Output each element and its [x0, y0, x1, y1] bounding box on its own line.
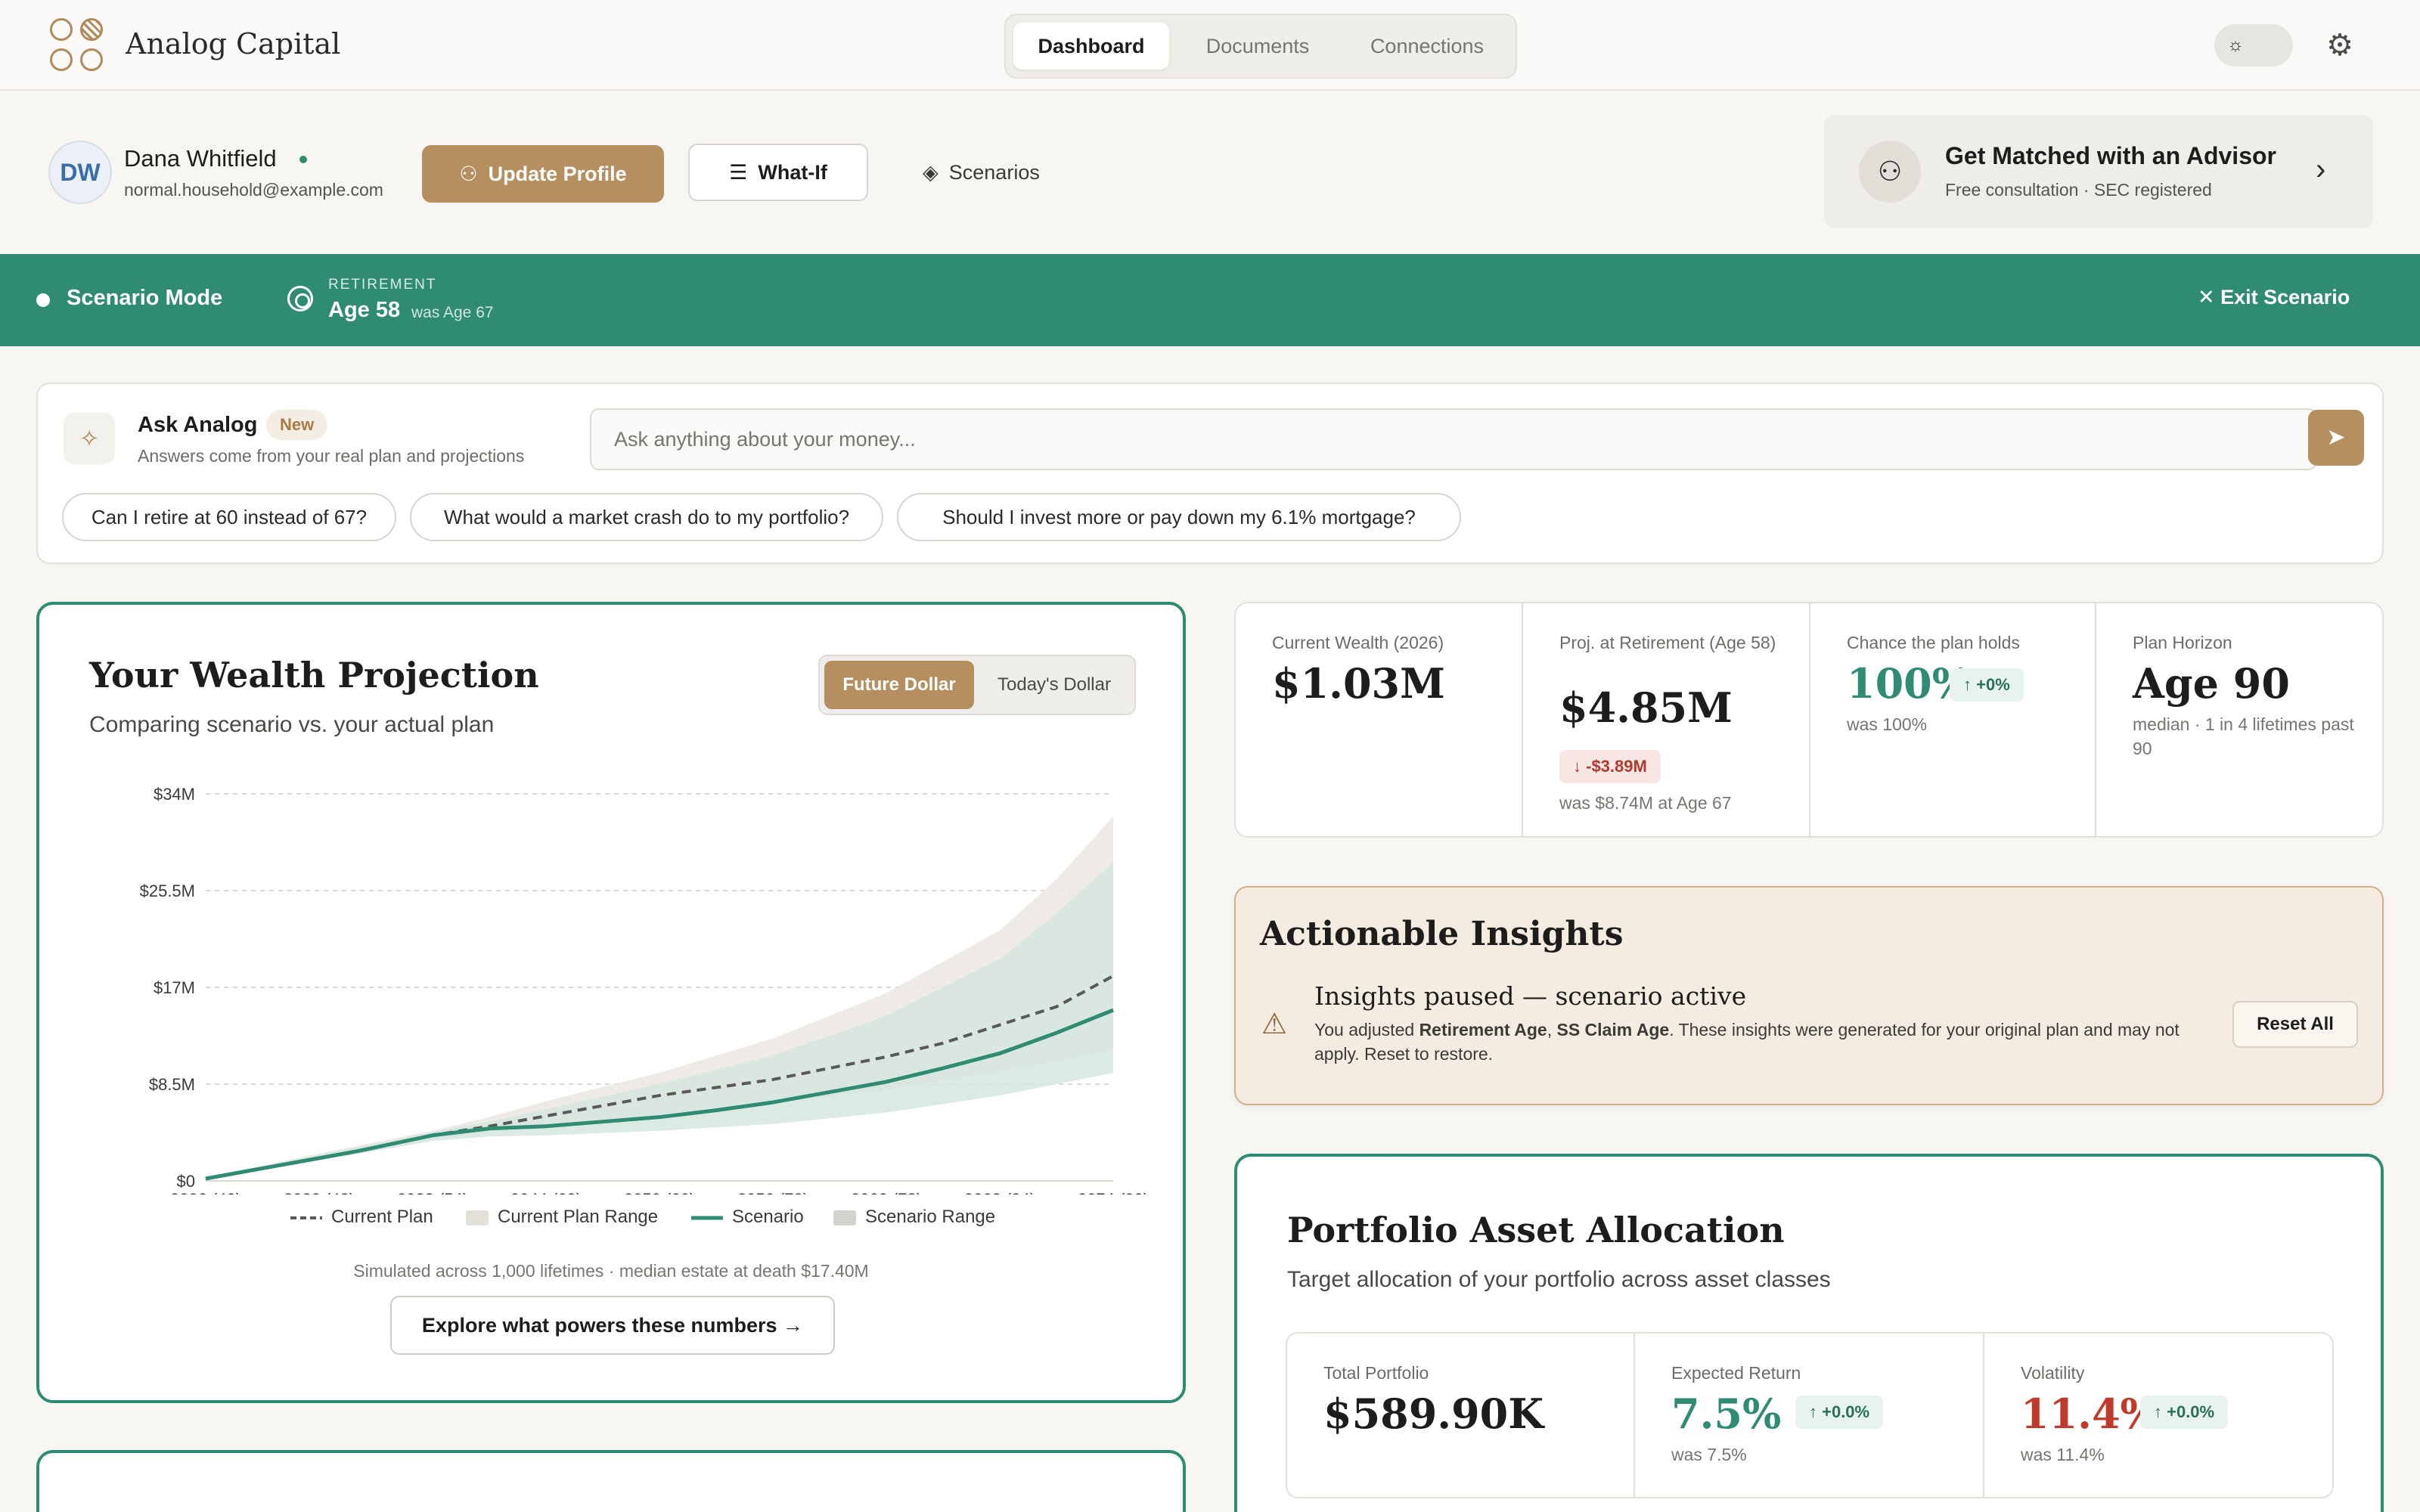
update-profile-button[interactable]: ⚇ Update Profile: [422, 145, 664, 203]
ask-input[interactable]: [590, 408, 2317, 470]
future-dollar-button[interactable]: Future Dollar: [824, 661, 974, 709]
advisor-match-card[interactable]: ⚇ Get Matched with an Advisor Free consu…: [1824, 115, 2373, 228]
scenario-dot: [36, 293, 50, 307]
range-swatch: [466, 1210, 489, 1225]
portfolio-allocation-card: Portfolio Asset Allocation Target alloca…: [1234, 1154, 2384, 1512]
avatar[interactable]: DW: [48, 141, 112, 204]
stat-chance-holds: Chance the plan holds 100% ↑ +0% was 100…: [1810, 603, 2096, 836]
legend-current-plan-range: Current Plan Range: [466, 1202, 658, 1232]
x-tick-label: 2050 (66): [624, 1190, 695, 1194]
tab-dashboard[interactable]: Dashboard: [1013, 23, 1169, 70]
summary-stats: Current Wealth (2026) $1.03M Proj. at Re…: [1234, 602, 2384, 838]
person-icon: ⚇: [1859, 141, 1921, 203]
x-tick-label: 2068 (84): [964, 1190, 1035, 1194]
layers-icon: ◈: [923, 161, 939, 184]
insights-body: You adjusted Retirement Age, SS Claim Ag…: [1314, 1020, 2180, 1064]
ask-title: Ask Analog: [138, 413, 258, 437]
exit-scenario-button[interactable]: ✕ Exit Scenario: [2198, 286, 2350, 309]
up-badge: ↑ +0%: [1950, 668, 2024, 702]
stat-total-portfolio: Total Portfolio $589.90K: [1287, 1334, 1635, 1497]
scenarios-button[interactable]: ◈ Scenarios: [923, 145, 1059, 203]
suggestion-chip[interactable]: Can I retire at 60 instead of 67?: [62, 493, 396, 541]
solid-line-swatch: [691, 1216, 723, 1220]
stat-expected-return: Expected Return 7.5% ↑ +0.0% was 7.5%: [1635, 1334, 1984, 1497]
y-tick-label: $25.5M: [140, 881, 195, 900]
x-tick-label: 2056 (72): [737, 1190, 808, 1194]
close-icon: ✕: [2198, 286, 2215, 308]
x-tick-label: 2038 (54): [397, 1190, 468, 1194]
todays-dollar-button[interactable]: Today's Dollar: [979, 661, 1130, 709]
sliders-icon: ☰: [729, 161, 748, 184]
target-icon: [287, 286, 313, 311]
y-tick-label: $8.5M: [149, 1075, 195, 1094]
dashed-line-swatch: [290, 1216, 322, 1219]
online-status-dot: [299, 156, 307, 163]
projection-subtitle: Comparing scenario vs. your actual plan: [89, 712, 495, 737]
y-tick-label: $34M: [154, 785, 195, 804]
scenario-mode-label: Scenario Mode: [67, 286, 223, 310]
down-badge: ↓ -$3.89M: [1559, 750, 1661, 783]
legend-scenario-range: Scenario Range: [833, 1202, 995, 1232]
sun-icon: ☼: [2219, 29, 2252, 62]
allocation-subtitle: Target allocation of your portfolio acro…: [1287, 1267, 1831, 1292]
up-badge: ↑ +0.0%: [1795, 1396, 1884, 1429]
y-tick-label: $0: [177, 1172, 195, 1191]
tab-documents[interactable]: Documents: [1178, 23, 1337, 70]
stat-volatility: Volatility 11.4% ↑ +0.0% was 11.4%: [1984, 1334, 2332, 1497]
explore-numbers-button[interactable]: Explore what powers these numbers →: [390, 1296, 835, 1355]
new-badge: New: [266, 410, 328, 440]
x-tick-label: 2074 (90): [1078, 1190, 1149, 1194]
main-tabs: Dashboard Documents Connections: [1004, 14, 1517, 79]
top-bar: Analog Capital Dashboard Documents Conne…: [0, 0, 2420, 91]
up-badge: ↑ +0.0%: [2140, 1396, 2229, 1429]
warning-icon: ⚠: [1261, 1009, 1288, 1040]
legend-scenario: Scenario: [691, 1202, 804, 1232]
projection-footnote: Simulated across 1,000 lifetimes · media…: [353, 1261, 869, 1281]
allocation-title: Portfolio Asset Allocation: [1287, 1210, 1785, 1250]
user-email: normal.household@example.com: [124, 180, 383, 200]
advisor-subtitle: Free consultation · SEC registered: [1945, 180, 2212, 200]
scenario-was: was Age 67: [411, 304, 494, 321]
brand-name: Analog Capital: [126, 27, 341, 60]
wealth-projection-chart: $0 $8.5M $17M $25.5M $34M 2026 (42) 2032 (48) 2…: [140, 785, 1149, 1194]
allocation-stats: Total Portfolio $589.90K Expected Return…: [1286, 1332, 2334, 1498]
actionable-insights-card: Actionable Insights ⚠ Insights paused — …: [1234, 886, 2384, 1105]
theme-toggle[interactable]: ☼: [2214, 24, 2293, 67]
ask-analog-card: ✧ Ask Analog New Answers come from your …: [36, 383, 2384, 564]
send-icon[interactable]: ➤: [2308, 410, 2364, 466]
scenario-field-label: RETIREMENT: [328, 277, 437, 293]
next-card: [36, 1450, 1186, 1512]
x-tick-label: 2062 (78): [851, 1190, 922, 1194]
range-band: [206, 862, 1113, 1180]
advisor-title: Get Matched with an Advisor: [1945, 142, 2276, 169]
ask-subtitle: Answers come from your real plan and pro…: [138, 446, 525, 466]
sparkle-icon: ✧: [64, 413, 115, 464]
chevron-right-icon: ›: [2316, 153, 2326, 186]
insights-title: Actionable Insights: [1260, 915, 1624, 953]
scenario-bar: Scenario Mode RETIREMENT Age 58 was Age …: [0, 254, 2420, 346]
legend-current-plan: Current Plan: [290, 1202, 433, 1232]
user-icon: ⚇: [459, 163, 478, 185]
stat-current-wealth: Current Wealth (2026) $1.03M: [1236, 603, 1523, 836]
suggestion-chip[interactable]: Should I invest more or pay down my 6.1%…: [897, 493, 1461, 541]
projection-title: Your Wealth Projection: [89, 655, 539, 696]
suggestion-chip[interactable]: What would a market crash do to my portf…: [410, 493, 883, 541]
what-if-button[interactable]: ☰ What-If: [688, 144, 868, 201]
user-name: Dana Whitfield: [124, 145, 277, 172]
dollar-toggle: Future Dollar Today's Dollar: [818, 655, 1136, 715]
logo-icon: [50, 18, 107, 73]
scenario-value: Age 58: [328, 298, 401, 322]
range-swatch: [833, 1210, 856, 1225]
insights-heading: Insights paused — scenario active: [1314, 981, 1747, 1011]
stat-plan-horizon: Plan Horizon Age 90 median · 1 in 4 life…: [2133, 633, 2354, 758]
tab-connections[interactable]: Connections: [1346, 23, 1508, 70]
wealth-projection-card: Your Wealth Projection Comparing scenari…: [36, 602, 1186, 1403]
reset-all-button[interactable]: Reset All: [2232, 1001, 2358, 1048]
x-tick-label: 2026 (42): [170, 1190, 241, 1194]
y-tick-label: $17M: [154, 978, 195, 997]
gear-icon[interactable]: ⚙: [2322, 27, 2358, 64]
x-tick-label: 2032 (48): [284, 1190, 355, 1194]
stat-proj-retirement: Proj. at Retirement (Age 58) $4.85M ↓ -$…: [1523, 603, 1810, 836]
x-tick-label: 2044 (60): [510, 1190, 582, 1194]
